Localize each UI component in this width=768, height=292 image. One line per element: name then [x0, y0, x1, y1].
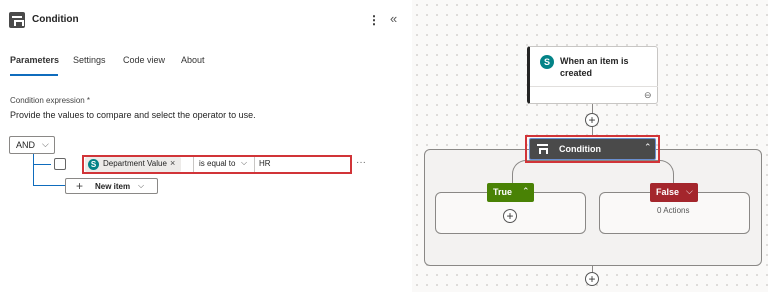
divider	[530, 86, 658, 87]
branch-connector	[512, 160, 592, 184]
insert-step-plus-icon[interactable]: +	[585, 272, 599, 286]
chevron-down-icon: ⌵	[138, 181, 145, 190]
panel-header: Condition ⋮ «	[0, 0, 412, 40]
chevron-down-icon: ⌵	[42, 139, 49, 149]
false-branch-badge[interactable]: False ⌵	[650, 183, 698, 202]
chevron-down-icon[interactable]: ⌵	[686, 186, 693, 197]
tree-connector	[33, 164, 51, 165]
row-select-checkbox[interactable]	[54, 158, 66, 170]
collapse-icon[interactable]: «	[390, 12, 404, 26]
row-more-icon[interactable]: ···	[356, 157, 366, 168]
condition-expression-label: Condition expression *	[10, 96, 91, 105]
group-operator-select[interactable]: AND ⌵	[9, 136, 55, 154]
plus-icon: +	[76, 179, 84, 193]
new-item-label: New item	[95, 182, 131, 191]
chevron-up-icon[interactable]: ⌃	[522, 186, 530, 197]
trigger-title: When an item is created	[560, 56, 629, 78]
false-actions-count: 0 Actions	[657, 206, 690, 215]
true-branch-label: True	[493, 187, 513, 197]
tab-about[interactable]: About	[181, 55, 205, 65]
active-tab-indicator	[10, 74, 58, 76]
branch-connector	[592, 160, 674, 184]
condition-node[interactable]: Condition ⌃	[529, 138, 656, 160]
add-action-plus-icon[interactable]: +	[503, 209, 517, 223]
tab-code-view[interactable]: Code view	[123, 55, 165, 65]
trigger-card[interactable]: When an item is created ⊖	[527, 46, 658, 104]
group-operator-value: AND	[16, 140, 36, 150]
condition-expression-help: Provide the values to compare and select…	[10, 110, 256, 120]
panel-title: Condition	[32, 14, 79, 25]
condition-icon	[9, 12, 25, 28]
tree-connector	[33, 154, 34, 186]
tab-settings[interactable]: Settings	[73, 55, 106, 65]
condition-icon	[537, 144, 548, 154]
properties-panel: Condition ⋮ « Parameters Settings Code v…	[0, 0, 412, 292]
condition-node-label: Condition	[559, 144, 601, 154]
more-vertical-icon[interactable]: ⋮	[368, 13, 380, 27]
chevron-up-icon[interactable]: ⌃	[644, 142, 652, 153]
tree-connector	[33, 185, 65, 186]
false-branch-label: False	[656, 187, 680, 197]
insert-step-plus-icon[interactable]: +	[585, 113, 599, 127]
tab-parameters[interactable]: Parameters	[10, 55, 59, 65]
highlight-box	[82, 155, 352, 174]
link-icon[interactable]: ⊖	[644, 90, 652, 101]
true-branch-badge[interactable]: True ⌃	[487, 183, 534, 202]
sharepoint-icon	[540, 55, 554, 69]
new-item-button[interactable]: + New item ⌵	[65, 178, 158, 194]
